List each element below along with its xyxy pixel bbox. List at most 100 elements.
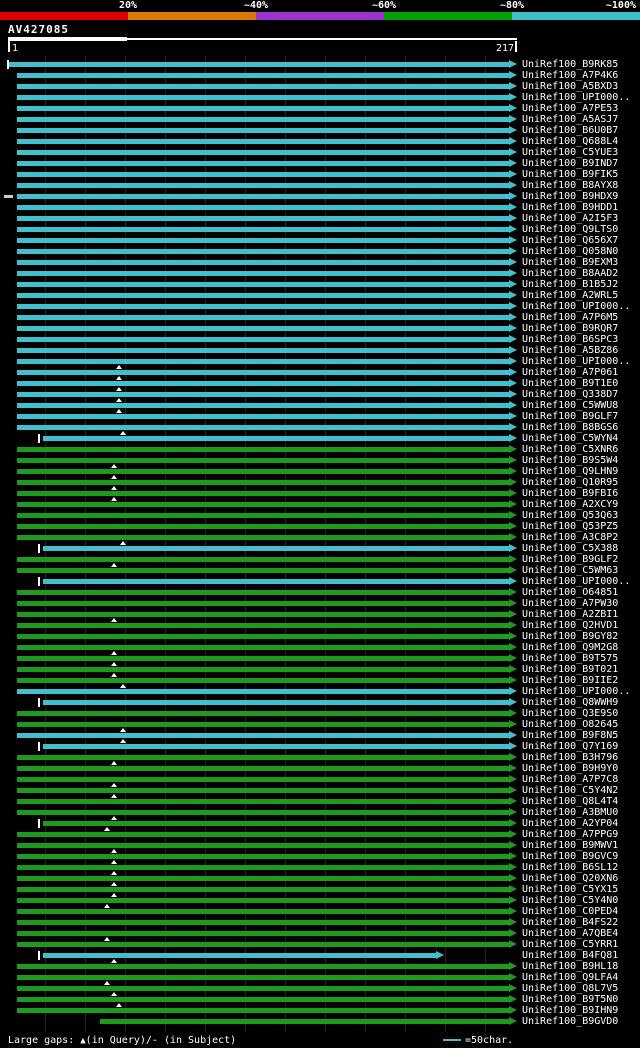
alignment-bar[interactable] (17, 568, 509, 573)
hit-accession[interactable]: UniRef100_Q9LFA4 (522, 973, 618, 983)
hit-accession[interactable]: UniRef100_A5BZ86 (522, 346, 618, 356)
alignment-bar[interactable] (17, 216, 509, 221)
alignment-bar[interactable] (17, 887, 509, 892)
hit-accession[interactable]: UniRef100_O82645 (522, 720, 618, 730)
alignment-bar[interactable] (17, 986, 509, 991)
hit-accession[interactable]: UniRef100_B4FQ81 (522, 951, 618, 961)
alignment-bar[interactable] (43, 579, 509, 584)
alignment-bar[interactable] (17, 425, 509, 430)
hit-accession[interactable]: UniRef100_B8AYX8 (522, 181, 618, 191)
alignment-bar[interactable] (99, 1019, 509, 1024)
alignment-bar[interactable] (17, 557, 509, 562)
hit-accession[interactable]: UniRef100_A7QBE4 (522, 929, 618, 939)
alignment-bar[interactable] (17, 238, 509, 243)
hit-accession[interactable]: UniRef100_B9FBI6 (522, 489, 618, 499)
alignment-bar[interactable] (17, 667, 509, 672)
hit-accession[interactable]: UniRef100_Q2HVD1 (522, 621, 618, 631)
hit-accession[interactable]: UniRef100_Q20XN6 (522, 874, 618, 884)
hit-accession[interactable]: UniRef100_A7PW30 (522, 599, 618, 609)
alignment-bar[interactable] (17, 920, 509, 925)
hit-accession[interactable]: UniRef100_B9T021 (522, 665, 618, 675)
alignment-bar[interactable] (17, 535, 509, 540)
alignment-bar[interactable] (17, 359, 509, 364)
alignment-bar[interactable] (17, 381, 509, 386)
hit-accession[interactable]: UniRef100_Q3E9S0 (522, 709, 618, 719)
hit-accession[interactable]: UniRef100_Q53PZ5 (522, 522, 618, 532)
alignment-bar[interactable] (17, 150, 509, 155)
hit-accession[interactable]: UniRef100_A2XCY9 (522, 500, 618, 510)
hit-accession[interactable]: UniRef100_Q688L4 (522, 137, 618, 147)
hit-accession[interactable]: UniRef100_Q8WWH9 (522, 698, 618, 708)
alignment-bar[interactable] (17, 524, 509, 529)
alignment-bar[interactable] (17, 931, 509, 936)
alignment-bar[interactable] (17, 370, 509, 375)
alignment-bar[interactable] (17, 612, 509, 617)
hit-accession[interactable]: UniRef100_B9HDX9 (522, 192, 618, 202)
alignment-bar[interactable] (17, 799, 509, 804)
hit-accession[interactable]: UniRef100_B9T1E0 (522, 379, 618, 389)
hit-accession[interactable]: UniRef100_B9FIK5 (522, 170, 618, 180)
hit-accession[interactable]: UniRef100_B8BGS6 (522, 423, 618, 433)
hit-accession[interactable]: UniRef100_B8AAD2 (522, 269, 618, 279)
hit-accession[interactable]: UniRef100_Q7Y169 (522, 742, 618, 752)
hit-accession[interactable]: UniRef100_C5YUE3 (522, 148, 618, 158)
hit-accession[interactable]: UniRef100_A7P4K6 (522, 71, 618, 81)
alignment-bar[interactable] (17, 733, 509, 738)
hit-accession[interactable]: UniRef100_A7PE53 (522, 104, 618, 114)
hit-accession[interactable]: UniRef100_A2YP04 (522, 819, 618, 829)
alignment-bar[interactable] (17, 172, 509, 177)
hit-accession[interactable]: UniRef100_C5WWU8 (522, 401, 618, 411)
hit-accession[interactable]: UniRef100_B9HDD1 (522, 203, 618, 213)
hit-accession[interactable]: UniRef100_C5XNR6 (522, 445, 618, 455)
hit-accession[interactable]: UniRef100_C5WM63 (522, 566, 618, 576)
alignment-bar[interactable] (17, 898, 509, 903)
hit-accession[interactable]: UniRef100_B6SL12 (522, 863, 618, 873)
alignment-bar[interactable] (17, 755, 509, 760)
hit-accession[interactable]: UniRef100_Q656X7 (522, 236, 618, 246)
hit-accession[interactable]: UniRef100_C5Y4N0 (522, 896, 618, 906)
hit-accession[interactable]: UniRef100_C5YX15 (522, 885, 618, 895)
alignment-bar[interactable] (17, 876, 509, 881)
alignment-bar[interactable] (8, 62, 509, 67)
alignment-bar[interactable] (43, 546, 509, 551)
alignment-bar[interactable] (17, 128, 509, 133)
hit-accession[interactable]: UniRef100_B9T5N0 (522, 995, 618, 1005)
alignment-bar[interactable] (17, 205, 509, 210)
alignment-bar[interactable] (17, 502, 509, 507)
alignment-bar[interactable] (17, 865, 509, 870)
hit-accession[interactable]: UniRef100_Q53Q63 (522, 511, 618, 521)
hit-accession[interactable]: UniRef100_A7P7C8 (522, 775, 618, 785)
alignment-bar[interactable] (17, 645, 509, 650)
hit-accession[interactable]: UniRef100_B9S5W4 (522, 456, 618, 466)
alignment-bar[interactable] (17, 623, 509, 628)
hit-accession[interactable]: UniRef100_B6U0B7 (522, 126, 618, 136)
hit-accession[interactable]: UniRef100_B9RK85 (522, 60, 618, 70)
alignment-bar[interactable] (17, 964, 509, 969)
alignment-bar[interactable] (17, 84, 509, 89)
hit-accession[interactable]: UniRef100_UPI000.. (522, 302, 630, 312)
alignment-bar[interactable] (17, 139, 509, 144)
hit-accession[interactable]: UniRef100_UPI000.. (522, 687, 630, 697)
hit-accession[interactable]: UniRef100_B9RQR7 (522, 324, 618, 334)
hit-accession[interactable]: UniRef100_Q058N0 (522, 247, 618, 257)
hit-accession[interactable]: UniRef100_C5X388 (522, 544, 618, 554)
hit-accession[interactable]: UniRef100_B9MWV1 (522, 841, 618, 851)
hit-accession[interactable]: UniRef100_A7P6M5 (522, 313, 618, 323)
hit-accession[interactable]: UniRef100_Q8L4T4 (522, 797, 618, 807)
alignment-bar[interactable] (17, 722, 509, 727)
alignment-bar[interactable] (17, 1008, 509, 1013)
hit-accession[interactable]: UniRef100_UPI000.. (522, 577, 630, 587)
hit-accession[interactable]: UniRef100_Q9M2G8 (522, 643, 618, 653)
hit-accession[interactable]: UniRef100_Q9LHN9 (522, 467, 618, 477)
alignment-bar[interactable] (17, 480, 509, 485)
hit-accession[interactable]: UniRef100_A2I5F3 (522, 214, 618, 224)
alignment-bar[interactable] (17, 403, 509, 408)
alignment-bar[interactable] (17, 458, 509, 463)
alignment-bar[interactable] (17, 304, 509, 309)
hit-accession[interactable]: UniRef100_B3H796 (522, 753, 618, 763)
hit-accession[interactable]: UniRef100_B9EXM3 (522, 258, 618, 268)
hit-accession[interactable]: UniRef100_A3C8P2 (522, 533, 618, 543)
hit-accession[interactable]: UniRef100_B9GVC9 (522, 852, 618, 862)
alignment-bar[interactable] (17, 634, 509, 639)
alignment-bar[interactable] (43, 700, 509, 705)
